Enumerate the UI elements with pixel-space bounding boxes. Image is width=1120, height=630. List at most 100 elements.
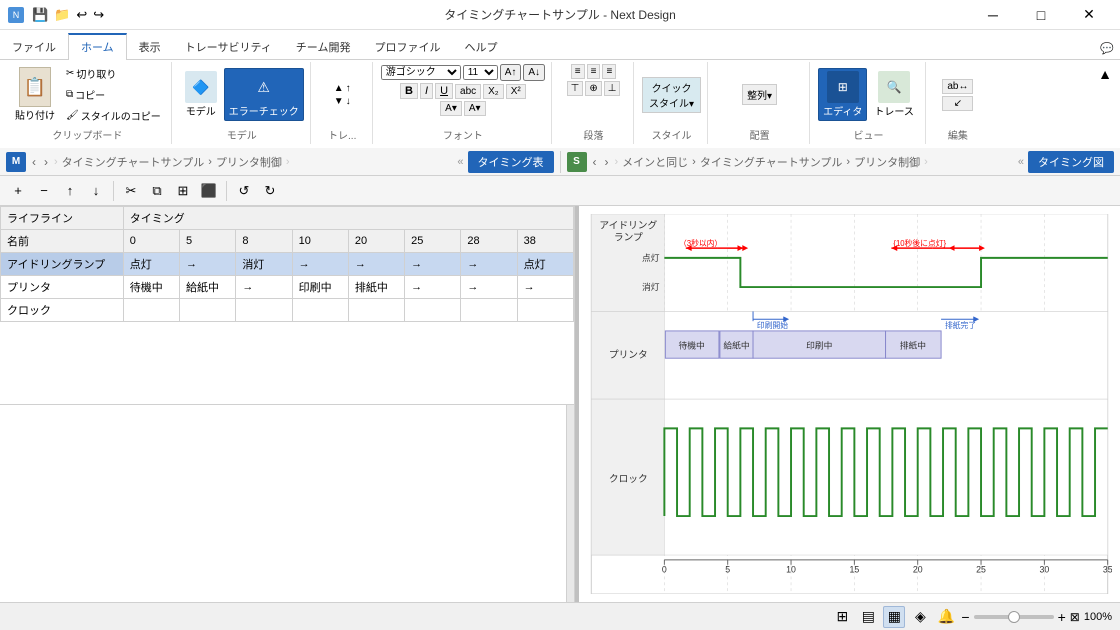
tab-view[interactable]: 表示 (127, 35, 173, 59)
folder-icon[interactable]: 📁 (54, 7, 70, 23)
tab-traceability[interactable]: トレーサビリティ (173, 35, 284, 59)
font-size-down-btn[interactable]: A↓ (523, 64, 545, 81)
move-down-btn[interactable]: ↓ (84, 179, 108, 203)
redo-toolbar-btn[interactable]: ↻ (258, 179, 282, 203)
state-standby: 待機中 (679, 339, 705, 350)
status-table-icon[interactable]: ▤ (857, 606, 879, 628)
status-bell-icon[interactable]: 🔔 (935, 606, 957, 628)
copy-toolbar-btn[interactable]: ⧉ (145, 179, 169, 203)
valign-bottom-btn[interactable]: ⊥ (604, 81, 621, 96)
font-family-select[interactable]: 游ゴシック (381, 65, 461, 80)
state-printing: 印刷中 (806, 339, 832, 350)
ribbon-group-model: 🔷 モデル ⚠ エラーチェック モデル (174, 62, 311, 144)
valign-mid-btn[interactable]: ⊕ (585, 81, 601, 96)
table-row[interactable]: クロック (1, 299, 574, 322)
table-row[interactable]: プリンタ 待機中 給紙中 → 印刷中 排紙中 → → → (1, 276, 574, 299)
status-settings-icon[interactable]: ◈ (909, 606, 931, 628)
editor-btn[interactable]: ⊞ エディタ (818, 68, 867, 121)
delete-toolbar-btn[interactable]: ⬛ (197, 179, 221, 203)
breadcrumb-printer: プリンタ制御 (216, 154, 282, 170)
align-center-btn[interactable]: ≡ (587, 64, 601, 79)
underline-button[interactable]: U (435, 83, 453, 99)
trace-buttons: ▲ ↑ ▼ ↓ (334, 64, 351, 125)
scroll-bar[interactable] (566, 405, 574, 603)
trace-down-btn[interactable]: ▼ ↓ (334, 96, 351, 107)
nav-left-forward[interactable]: › (42, 153, 50, 171)
paste-toolbar-btn[interactable]: ⊞ (171, 179, 195, 203)
zoom-fit-icon[interactable]: ⊠ (1070, 610, 1080, 624)
annotation-3sec: （3秒以内） (679, 238, 722, 248)
save-icon[interactable]: 💾 (32, 7, 48, 23)
font-size-select[interactable]: 11 (463, 65, 498, 80)
status-grid-icon[interactable]: ⊞ (831, 606, 853, 628)
undo-toolbar-btn[interactable]: ↺ (232, 179, 256, 203)
redo-icon[interactable]: ↪ (93, 7, 104, 23)
bold-button[interactable]: B (400, 83, 418, 99)
trace-view-btn[interactable]: 🔍 トレース (869, 68, 919, 121)
error-check-button[interactable]: ⚠ エラーチェック (224, 68, 304, 121)
zoom-plus-icon[interactable]: + (1058, 609, 1066, 625)
highlight-color-btn[interactable]: A▾ (464, 101, 486, 116)
zoom-thumb[interactable] (1008, 611, 1020, 623)
col-20: 20 (348, 230, 404, 253)
toolbar-sep2 (226, 181, 227, 201)
status-bar: ⊞ ▤ ▦ ◈ 🔔 − + ⊠ 100% (0, 602, 1120, 630)
remove-row-btn[interactable]: − (32, 179, 56, 203)
nav-right-back[interactable]: ‹ (591, 153, 599, 171)
valign-top-btn[interactable]: ⊤ (567, 81, 584, 96)
xaxis-20: 20 (913, 565, 923, 575)
tab-home[interactable]: ホーム (68, 33, 127, 60)
tab-file[interactable]: ファイル (0, 35, 68, 59)
ribbon-group-layout: 整列▾ 配置 (710, 62, 810, 144)
close-button[interactable]: ✕ (1066, 0, 1112, 30)
nav-right-forward[interactable]: › (603, 153, 611, 171)
select-btn[interactable]: ↙ (942, 96, 973, 111)
nav-right-breadcrumb: メインと同じ › タイミングチャートサンプル › プリンタ制御 (622, 154, 920, 170)
ribbon-collapse-icon[interactable]: 💬 (1094, 38, 1120, 59)
tab-help[interactable]: ヘルプ (452, 35, 509, 59)
maximize-button[interactable]: □ (1018, 0, 1064, 30)
cut-button[interactable]: ✂ 切り取り (62, 64, 165, 83)
cut-toolbar-btn[interactable]: ✂ (119, 179, 143, 203)
find-replace-btn[interactable]: ab↔ (942, 79, 973, 94)
zoom-minus-icon[interactable]: − (961, 609, 969, 625)
model-button[interactable]: 🔷 モデル (180, 68, 222, 121)
row3-v1 (180, 299, 236, 322)
align-right-btn[interactable]: ≡ (602, 64, 616, 79)
row2-v2: → (236, 276, 292, 299)
status-diagram-icon[interactable]: ▦ (883, 606, 905, 628)
layout-label: 配置 (750, 125, 770, 142)
copy-button[interactable]: ⧉ コピー (62, 85, 165, 104)
tab-profile[interactable]: プロファイル (362, 35, 452, 59)
strikethrough-button[interactable]: abc (455, 84, 481, 99)
xaxis-5: 5 (725, 565, 730, 575)
style-copy-button[interactable]: 🖌 スタイルのコピー (62, 106, 165, 125)
tab-team[interactable]: チーム開発 (284, 35, 363, 59)
style-label: スタイル (652, 125, 692, 142)
subscript-button[interactable]: X₂ (483, 84, 504, 99)
superscript-button[interactable]: X² (506, 84, 526, 99)
col-5: 5 (180, 230, 236, 253)
breadcrumb-same: メインと同じ (622, 154, 688, 170)
italic-button[interactable]: I (420, 83, 433, 99)
xaxis-25: 25 (976, 565, 986, 575)
table-row[interactable]: アイドリングランプ 点灯 → 消灯 → → → → 点灯 (1, 253, 574, 276)
font-color-btn[interactable]: A▾ (440, 101, 462, 116)
font-size-up-btn[interactable]: A↑ (500, 64, 522, 81)
zoom-slider[interactable] (974, 615, 1054, 619)
add-row-btn[interactable]: + (6, 179, 30, 203)
col-0: 0 (123, 230, 179, 253)
arrange-btn[interactable]: 整列▾ (742, 84, 777, 105)
trace-up-btn[interactable]: ▲ ↑ (334, 83, 351, 94)
ribbon-collapse-btn[interactable]: ▲ (1094, 62, 1116, 144)
undo-icon[interactable]: ↩ (76, 7, 87, 23)
timing-table-btn[interactable]: タイミング表 (468, 151, 554, 173)
paste-button[interactable]: 📋 貼り付け (10, 64, 60, 125)
state-feed: 給紙中 (723, 339, 749, 350)
move-up-btn[interactable]: ↑ (58, 179, 82, 203)
timing-diagram-btn[interactable]: タイミング図 (1028, 151, 1114, 173)
minimize-button[interactable]: ─ (970, 0, 1016, 30)
align-left-btn[interactable]: ≡ (571, 64, 585, 79)
nav-left-back[interactable]: ‹ (30, 153, 38, 171)
quick-style-btn[interactable]: クイックスタイル▾ (642, 77, 701, 113)
